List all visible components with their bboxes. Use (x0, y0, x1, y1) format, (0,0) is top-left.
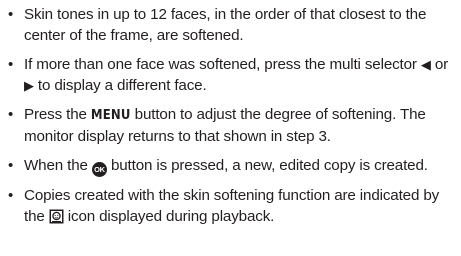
item-text-before: When the (24, 157, 92, 174)
list-item-multi-selector: • If more than one face was softened, pr… (6, 54, 455, 96)
item-text-after: icon displayed during playback. (63, 208, 275, 225)
item-text-before: If more than one face was softened, pres… (24, 56, 421, 73)
right-arrow-icon: ▶ (24, 78, 34, 93)
item-text-after: button is pressed, a new, edited copy is… (106, 157, 428, 174)
skin-softening-icon (49, 209, 64, 230)
list-item-playback-icon: • Copies created with the skin softening… (6, 185, 455, 230)
bullet-dot: • (8, 6, 14, 23)
item-text: Skin tones in up to 12 faces, in the ord… (24, 6, 427, 44)
left-arrow-icon: ◀ (420, 57, 431, 72)
bullet-list: • Skin tones in up to 12 faces, in the o… (6, 4, 455, 230)
bullet-dot: • (8, 187, 14, 204)
bullet-dot: • (8, 157, 14, 174)
menu-key-label: MENU (90, 108, 131, 123)
list-item-menu-button: • Press the MENU button to adjust the de… (6, 104, 455, 147)
item-text-after: to display a different face. (33, 77, 207, 94)
list-item-ok-button: • When the OK button is pressed, a new, … (6, 155, 455, 177)
item-text-mid: or (430, 56, 449, 73)
ok-button-icon: OK (91, 162, 107, 177)
bullet-dot: • (8, 106, 14, 123)
list-item-face-count: • Skin tones in up to 12 faces, in the o… (6, 4, 455, 46)
manual-page: • Skin tones in up to 12 faces, in the o… (0, 0, 461, 256)
item-text-before: Press the (24, 106, 91, 123)
bullet-dot: • (8, 56, 14, 73)
